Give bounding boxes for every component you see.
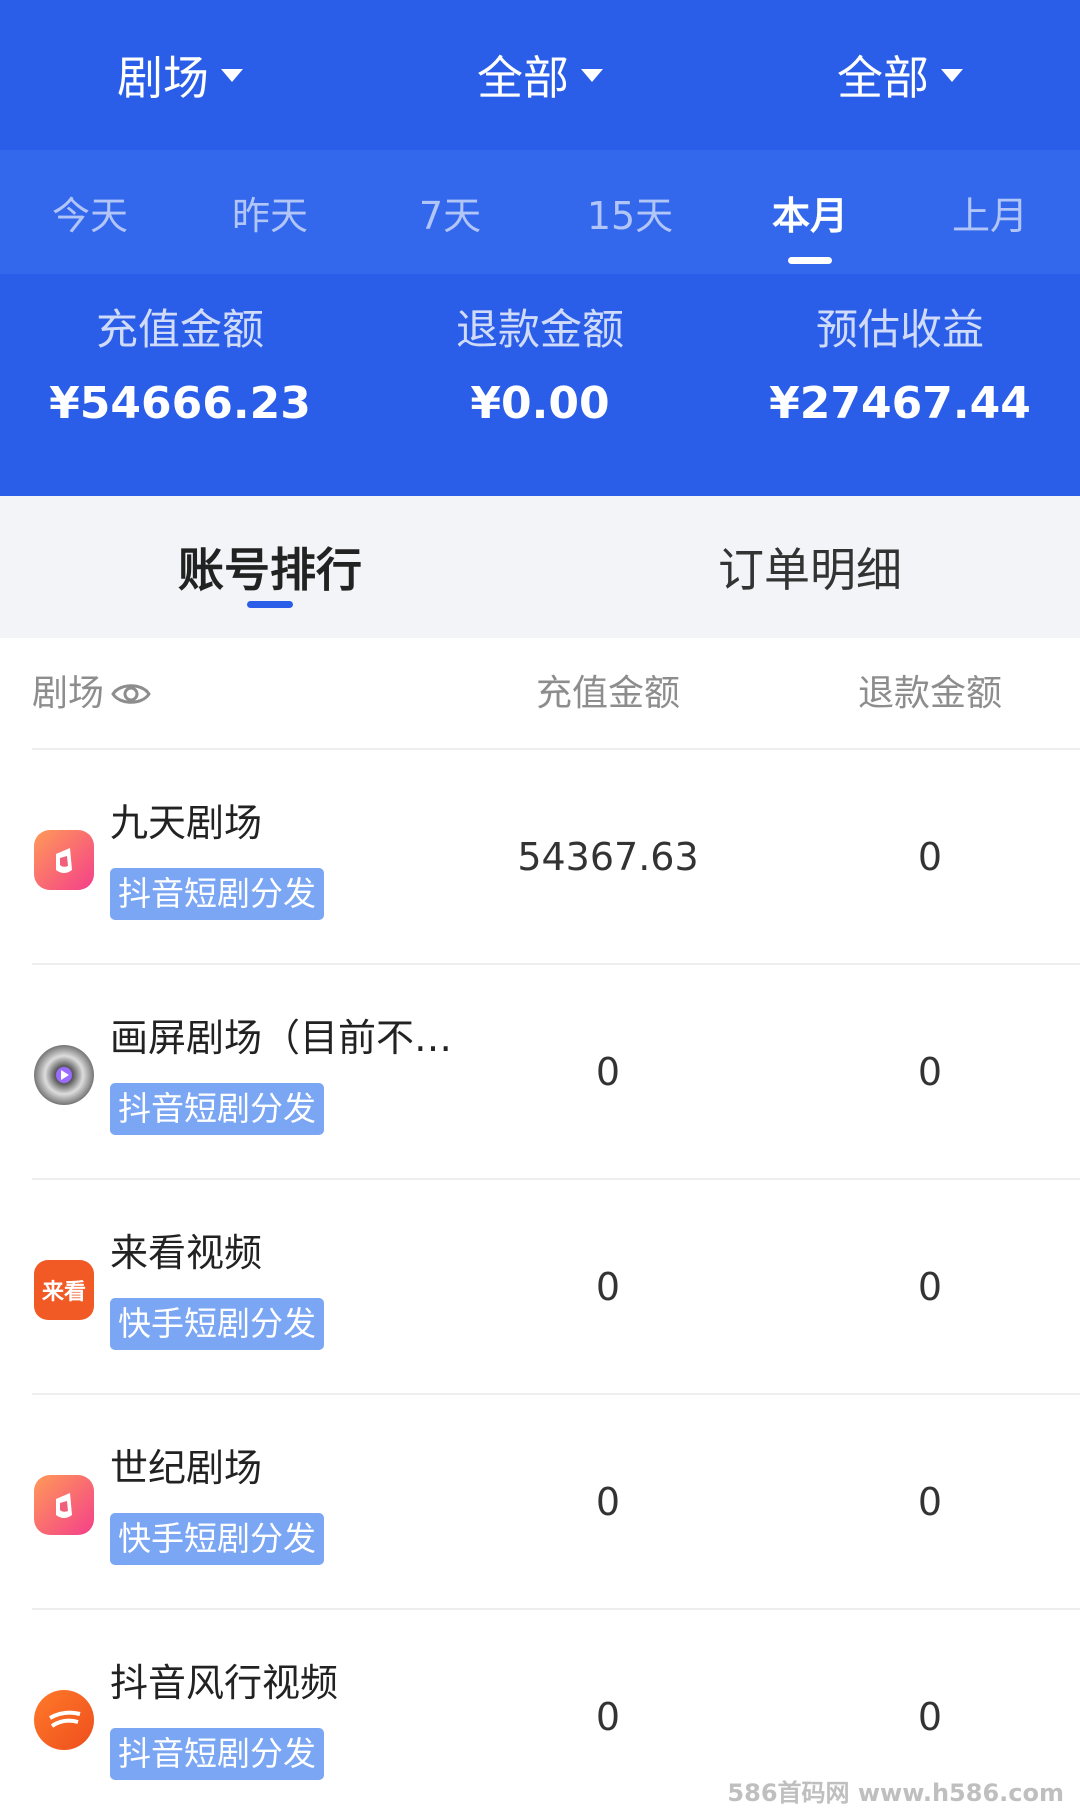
caret-down-icon: [221, 68, 243, 82]
theater-name: 画屏剧场（目前不…: [110, 1016, 453, 1060]
tab-label: 账号排行: [178, 543, 362, 597]
filter-label: 全部: [837, 51, 929, 105]
view-tabs: 账号排行 订单明细: [0, 496, 1080, 638]
table-header: 剧场 充值金额 退款金额: [0, 638, 1080, 750]
filter-theater-dropdown[interactable]: 剧场: [0, 0, 360, 150]
channel-tag: 抖音短剧分发: [110, 868, 324, 920]
refund-amount: 0: [917, 1050, 943, 1094]
channel-tag: 快手短剧分发: [110, 1513, 324, 1565]
recharge-amount: 54367.63: [517, 835, 699, 879]
refund-amount: 0: [917, 1480, 943, 1524]
tab-last-month[interactable]: 上月: [900, 150, 1080, 274]
column-header-recharge: 充值金额: [535, 673, 680, 714]
watermark: 586首码网 www.h586.com: [727, 1779, 1064, 1807]
app-logo-icon: [34, 830, 94, 890]
tab-account-ranking[interactable]: 账号排行: [0, 496, 540, 638]
ranking-list: 九天剧场 抖音短剧分发 54367.63 0 画屏剧场（目前不… 抖音短剧分发 …: [0, 750, 1080, 1818]
app-logo-icon: [34, 1475, 94, 1535]
stat-value: ¥27467.44: [769, 378, 1031, 429]
summary-stats: 充值金额 ¥54666.23 退款金额 ¥0.00 预估收益 ¥27467.44: [0, 300, 1080, 480]
tab-label: 订单明细: [718, 543, 902, 597]
column-header-label: 剧场: [32, 673, 105, 714]
column-header-refund: 退款金额: [857, 673, 1002, 714]
tab-order-details[interactable]: 订单明细: [540, 496, 1080, 638]
eye-icon[interactable]: [110, 673, 152, 715]
theater-name: 抖音风行视频: [110, 1661, 339, 1705]
disc-logo-icon: [34, 1045, 94, 1105]
column-header-theater: 剧场: [32, 638, 152, 750]
table-row[interactable]: 来看 来看视频 快手短剧分发 0 0: [0, 1180, 1080, 1395]
caret-down-icon: [581, 68, 603, 82]
stat-label: 预估收益: [815, 305, 984, 354]
stat-label: 充值金额: [95, 305, 264, 354]
stat-value: ¥54666.23: [49, 378, 311, 429]
filter-label: 全部: [477, 51, 569, 105]
theater-name: 来看视频: [110, 1231, 263, 1275]
caret-down-icon: [941, 68, 963, 82]
tab-today[interactable]: 今天: [0, 150, 180, 274]
date-range-tabs: 今天 昨天 7天 15天 本月 上月: [0, 150, 1080, 274]
table-row[interactable]: 世纪剧场 快手短剧分发 0 0: [0, 1395, 1080, 1610]
stat-recharge: 充值金额 ¥54666.23: [0, 300, 360, 480]
stat-value: ¥0.00: [470, 378, 610, 429]
filter-category-dropdown[interactable]: 全部: [360, 0, 720, 150]
recharge-amount: 0: [595, 1050, 621, 1094]
tab-7-days[interactable]: 7天: [360, 150, 540, 274]
stat-estimated-income: 预估收益 ¥27467.44: [720, 300, 1080, 480]
channel-tag: 抖音短剧分发: [110, 1728, 324, 1780]
refund-amount: 0: [917, 1265, 943, 1309]
active-tab-indicator: [247, 601, 293, 608]
tab-15-days[interactable]: 15天: [540, 150, 720, 274]
table-row[interactable]: 画屏剧场（目前不… 抖音短剧分发 0 0: [0, 965, 1080, 1180]
recharge-amount: 0: [595, 1695, 621, 1739]
logo-text: 来看: [41, 1280, 86, 1305]
filter-bar: 剧场 全部 全部: [0, 0, 1080, 150]
tab-label: 本月: [771, 193, 848, 238]
theater-name: 九天剧场: [110, 801, 263, 845]
filter-label: 剧场: [117, 51, 209, 105]
theater-name: 世纪剧场: [110, 1446, 263, 1490]
channel-tag: 快手短剧分发: [110, 1298, 324, 1350]
tab-yesterday[interactable]: 昨天: [180, 150, 360, 274]
recharge-amount: 0: [595, 1265, 621, 1309]
stat-label: 退款金额: [455, 305, 624, 354]
laikan-logo-icon: 来看: [34, 1260, 94, 1320]
refund-amount: 0: [917, 835, 943, 879]
stat-refund: 退款金额 ¥0.00: [360, 300, 720, 480]
header-panel: 剧场 全部 全部 今天 昨天 7天 15天 本月 上月 充值金额 ¥54666.…: [0, 0, 1080, 496]
channel-tag: 抖音短剧分发: [110, 1083, 324, 1135]
recharge-amount: 0: [595, 1480, 621, 1524]
active-tab-indicator: [788, 257, 832, 264]
filter-platform-dropdown[interactable]: 全部: [720, 0, 1080, 150]
tab-this-month[interactable]: 本月: [720, 150, 900, 274]
fengxing-logo-icon: [34, 1690, 94, 1750]
table-row[interactable]: 九天剧场 抖音短剧分发 54367.63 0: [0, 750, 1080, 965]
